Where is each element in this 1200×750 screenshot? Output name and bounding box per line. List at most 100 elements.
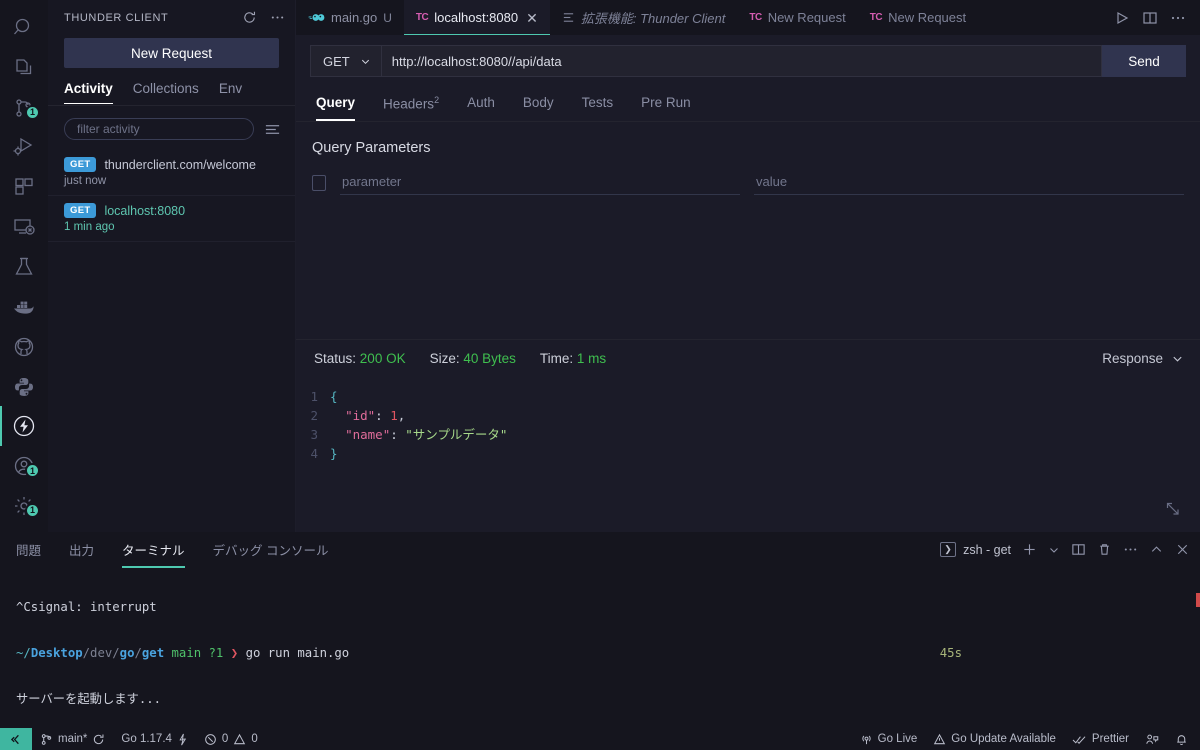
request-tabs: Query Headers2 Auth Body Tests Pre Run (296, 89, 1200, 121)
panel-tab-output[interactable]: 出力 (55, 532, 108, 568)
tab-label: Auth (467, 95, 495, 110)
remote-window-icon[interactable] (0, 728, 32, 750)
panel-tab-terminal[interactable]: ターミナル (108, 532, 199, 568)
request-url-bar: GET Send (296, 35, 1200, 85)
query-param-value-input[interactable] (754, 171, 1184, 195)
response-dropdown[interactable]: Response (1102, 351, 1184, 366)
activity-docker-icon[interactable] (0, 287, 48, 327)
sidebar-tab-collections[interactable]: Collections (133, 76, 199, 104)
source-control-badge: 1 (25, 104, 40, 120)
activity-search-icon[interactable] (0, 8, 48, 48)
tab-auth[interactable]: Auth (453, 89, 509, 121)
split-editor-icon[interactable] (1142, 10, 1158, 26)
method-select[interactable]: GET (310, 45, 381, 77)
editor-tab-bar: main.go U TC localhost:8080 ✕ 拡張機能: Thun… (296, 0, 1200, 35)
activity-settings-gear-icon[interactable]: 1 (0, 486, 48, 526)
status-notifications[interactable] (1167, 728, 1200, 750)
tab-label: New Request (888, 10, 967, 25)
list-item[interactable]: GET thunderclient.com/welcome just now (48, 150, 295, 196)
activity-run-debug-icon[interactable] (0, 128, 48, 168)
tab-new-request-2[interactable]: TC New Request (858, 0, 978, 35)
url-input[interactable] (380, 45, 1102, 77)
activity-bar: 1 1 1 (0, 0, 48, 532)
tab-label: Headers (383, 96, 435, 112)
terminal-output[interactable]: ^Csignal: interrupt ~/Desktop/dev/go/get… (0, 567, 1200, 728)
account-badge: 1 (25, 463, 40, 479)
prompt-branch: main ?1 (171, 646, 224, 661)
main-body: 1 1 1 THUNDER CLIENT New Request Activit… (0, 0, 1200, 532)
tab-main-go[interactable]: main.go U (296, 0, 404, 35)
close-icon[interactable]: ✕ (526, 11, 538, 25)
filter-activity-input[interactable] (64, 118, 254, 140)
tab-tests[interactable]: Tests (568, 89, 628, 121)
sidebar-title: THUNDER CLIENT (64, 11, 169, 24)
activity-testing-icon[interactable] (0, 247, 48, 287)
terminal-selector[interactable]: ❯ zsh - get (940, 542, 1011, 557)
tab-extension-thunder-client[interactable]: 拡張機能: Thunder Client (550, 0, 738, 35)
time-value: 1 ms (576, 351, 607, 367)
status-go-update[interactable]: Go Update Available (925, 728, 1064, 750)
tab-body[interactable]: Body (509, 89, 568, 121)
tab-new-request-1[interactable]: TC New Request (737, 0, 857, 35)
activity-remote-explorer-icon[interactable] (0, 207, 48, 247)
refresh-icon[interactable] (239, 8, 259, 28)
more-actions-icon[interactable] (1123, 542, 1138, 557)
query-param-name-input[interactable] (340, 171, 740, 195)
tab-pre-run[interactable]: Pre Run (627, 89, 705, 121)
sidebar-tab-activity[interactable]: Activity (64, 76, 113, 104)
activity-github-icon[interactable] (0, 327, 48, 367)
new-request-button[interactable]: New Request (64, 38, 279, 68)
response-code[interactable]: 1 { 2 "id": 1, 3 "name": "サンプルデータ" 4 } (296, 387, 1200, 463)
activity-extensions-icon[interactable] (0, 167, 48, 207)
sidebar-tabs: Activity Collections Env (48, 76, 295, 105)
resize-handle-icon[interactable] (1164, 500, 1182, 518)
close-panel-icon[interactable] (1175, 542, 1190, 557)
panel-tab-problems[interactable]: 問題 (16, 532, 55, 568)
kill-terminal-icon[interactable] (1097, 542, 1112, 557)
status-prettier[interactable]: Prettier (1064, 728, 1137, 750)
new-terminal-icon[interactable] (1022, 542, 1037, 557)
tc-icon: TC (749, 12, 762, 23)
list-item[interactable]: GET localhost:8080 1 min ago (48, 196, 295, 242)
collapse-panel-icon[interactable] (1149, 542, 1164, 557)
sort-icon[interactable] (264, 121, 281, 138)
tab-label: Query (316, 95, 356, 110)
split-terminal-icon[interactable] (1071, 542, 1086, 557)
status-feedback[interactable] (1137, 728, 1167, 750)
tc-icon: TC (869, 12, 883, 23)
status-go-live[interactable]: Go Live (852, 728, 926, 750)
send-button[interactable]: Send (1102, 45, 1186, 77)
query-param-checkbox[interactable] (312, 175, 326, 191)
response-body: 1 { 2 "id": 1, 3 "name": "サンプルデータ" 4 } (296, 377, 1200, 532)
terminal-scroll-marker[interactable] (1196, 593, 1200, 607)
code-token: "id" (345, 408, 376, 424)
code-line: 3 "name": "サンプルデータ" (296, 425, 1200, 444)
panel-tab-debug-console[interactable]: デバッグ コンソール (199, 532, 343, 568)
chevron-down-icon[interactable] (1048, 544, 1060, 556)
run-icon[interactable] (1114, 10, 1130, 26)
settings-badge: 1 (25, 502, 40, 518)
activity-thunder-client-icon[interactable] (0, 406, 48, 447)
activity-source-control-icon[interactable]: 1 (0, 88, 48, 128)
activity-list: GET thunderclient.com/welcome just now G… (48, 150, 295, 532)
tab-query[interactable]: Query (312, 89, 369, 121)
activity-account-icon[interactable]: 1 (0, 446, 48, 486)
code-line: 4 } (296, 444, 1200, 463)
sidebar-tab-env[interactable]: Env (219, 76, 242, 104)
activity-url: thunderclient.com/welcome (104, 157, 256, 172)
activity-time: just now (64, 175, 107, 187)
code-text: { (330, 387, 338, 406)
tab-headers[interactable]: Headers2 (369, 89, 453, 121)
more-icon[interactable] (267, 8, 287, 28)
method-badge: GET (64, 157, 97, 172)
tab-localhost-8080[interactable]: TC localhost:8080 ✕ (403, 0, 550, 35)
status-problems[interactable]: 0 0 (196, 728, 266, 750)
more-actions-icon[interactable] (1170, 10, 1186, 26)
activity-explorer-icon[interactable] (0, 48, 48, 88)
error-icon (204, 733, 217, 746)
status-go-version[interactable]: Go 1.17.4 (113, 728, 196, 750)
activity-python-icon[interactable] (0, 367, 48, 407)
error-count: 0 (221, 733, 229, 745)
source-control-icon (40, 733, 53, 746)
status-branch[interactable]: main* (32, 728, 113, 750)
